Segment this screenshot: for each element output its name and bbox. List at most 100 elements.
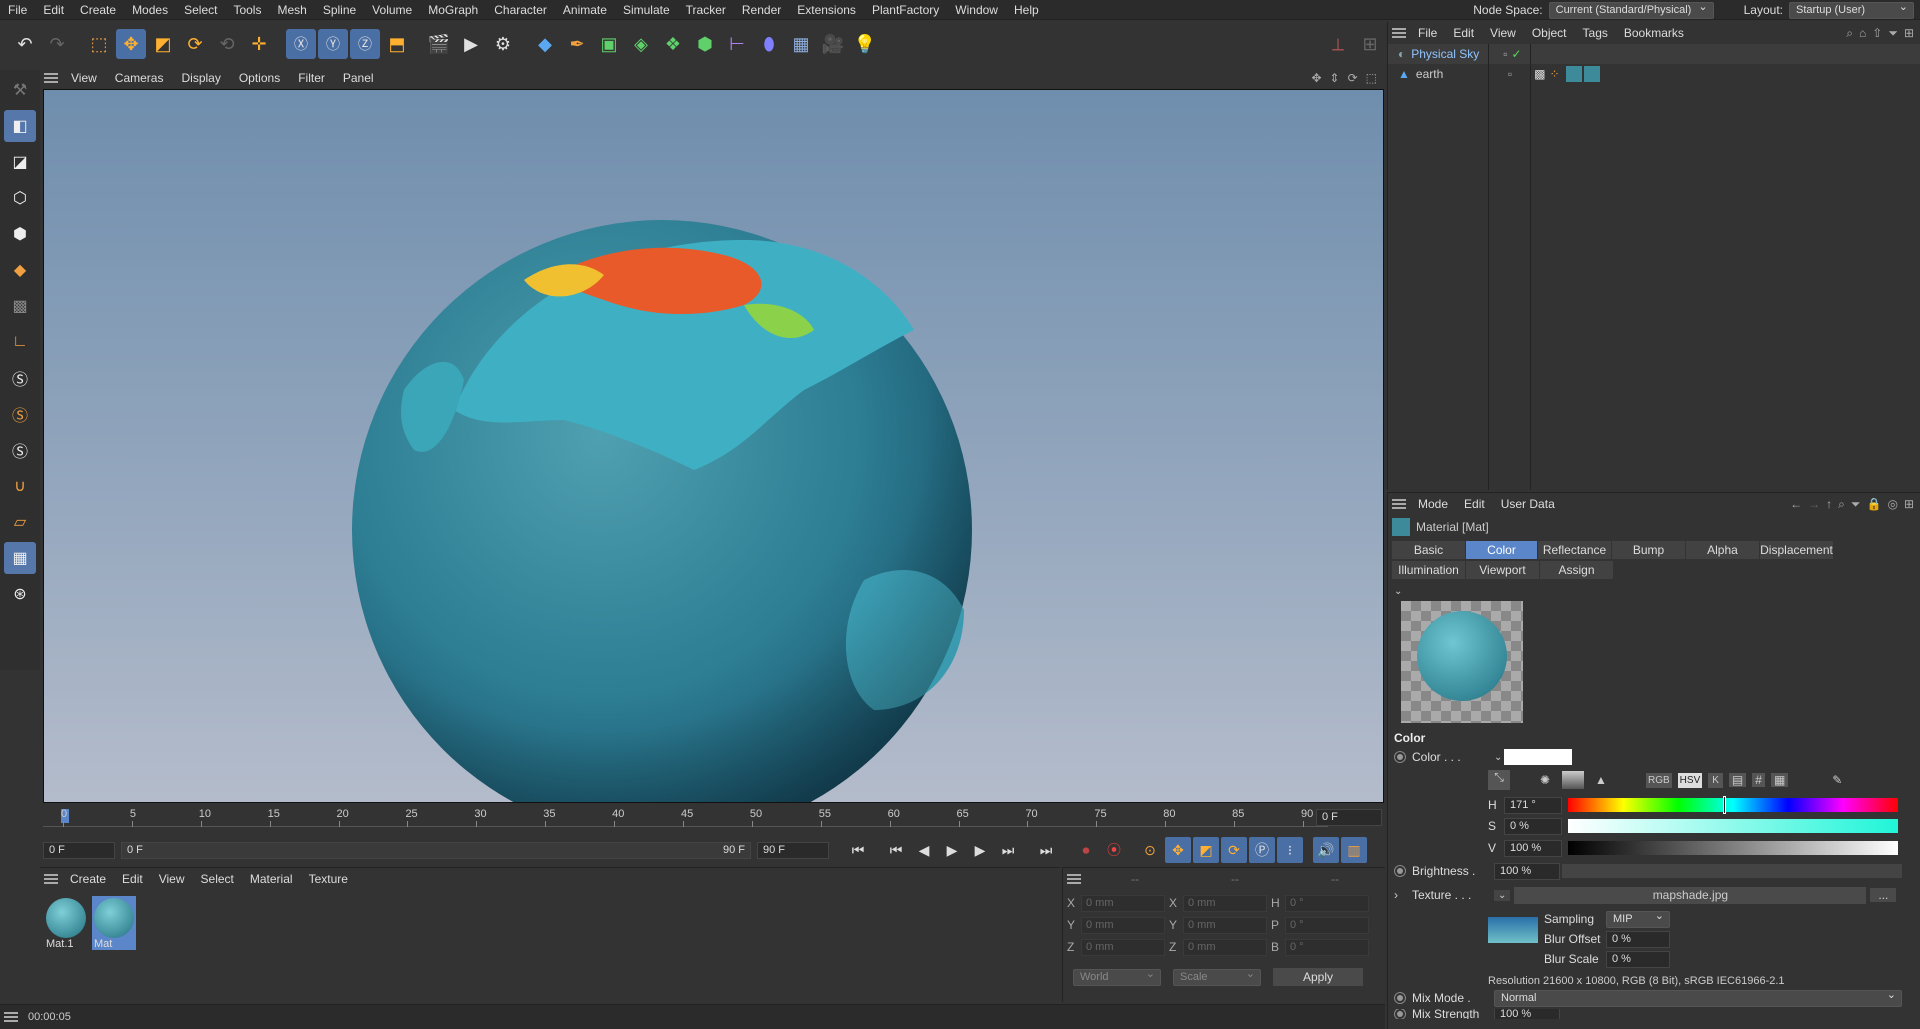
animate-brightness-icon[interactable] [1394,865,1406,877]
kelvin-button[interactable]: K [1708,772,1723,788]
planar-workplane-icon[interactable]: ⊛ [4,578,36,610]
coord-field[interactable]: 0 ° [1285,938,1369,956]
deformer-icon[interactable]: ⊢ [722,29,752,59]
tab-alpha[interactable]: Alpha [1686,541,1760,559]
tab-basic[interactable]: Basic [1392,541,1466,559]
array-icon[interactable]: ⬢ [690,29,720,59]
color-expand-chevron-icon[interactable]: ⌄ [1494,752,1502,763]
new-window-icon[interactable]: ⊞ [1904,26,1914,40]
viewport-menu-cameras[interactable]: Cameras [106,71,173,85]
material-tag-icon[interactable] [1565,66,1582,82]
object-menu-hamburger-icon[interactable] [1388,28,1410,38]
keyframe-selection-icon[interactable]: ⊙ [1137,837,1163,863]
sound-icon[interactable]: 🔊 [1313,837,1339,863]
locked-workplane-icon[interactable]: ▦ [4,542,36,574]
field-icon[interactable]: ⬮ [754,29,784,59]
solo-single-icon[interactable]: Ⓢ [4,398,36,430]
cloner-icon[interactable]: ❖ [658,29,688,59]
menu-mograph[interactable]: MoGraph [420,0,486,20]
rgb-button[interactable]: RGB [1646,772,1672,788]
object-row-physical-sky[interactable]: ◐ Physical Sky ▫ ✓ [1388,44,1920,64]
texture-thumbnail[interactable] [1488,917,1538,943]
saturation-slider[interactable] [1568,819,1898,833]
color-wheel-icon[interactable]: ✺ [1534,773,1556,787]
object-menu-object[interactable]: Object [1524,26,1575,40]
prev-key-icon[interactable]: ⏮ [883,837,909,863]
tab-viewport[interactable]: Viewport [1466,561,1540,579]
start-frame-field[interactable]: 0 F [43,841,115,859]
texture-dropdown-icon[interactable]: ⌄ [1494,889,1511,901]
attr-menu-edit[interactable]: Edit [1456,497,1493,511]
object-menu-view[interactable]: View [1482,26,1524,40]
up-icon[interactable]: ↑ [1826,497,1832,511]
filter-icon[interactable]: ⏷ [1851,497,1861,512]
coordinate-space-select[interactable]: World [1073,967,1161,986]
home-icon[interactable]: ⌂ [1859,26,1866,40]
blur-offset-field[interactable]: 0 % [1606,930,1670,948]
tag-phong-icon[interactable]: ▩ [1534,67,1545,81]
forward-icon[interactable]: → [1808,497,1820,511]
film-icon[interactable]: ▥ [1341,837,1367,863]
camera-icon[interactable]: 🎥 [818,29,848,59]
swatches-icon[interactable]: ▦ [1770,773,1789,787]
add-icon[interactable]: ✛ [244,29,274,59]
menu-spline[interactable]: Spline [315,0,364,20]
lock-icon[interactable]: 🔒 [1867,497,1882,511]
image-picker-icon[interactable]: ▲ [1590,773,1612,787]
menu-simulate[interactable]: Simulate [615,0,678,20]
color-swatch[interactable] [1504,749,1573,765]
timeline-ruler[interactable]: 0 5 10 15 20 25 30 35 40 45 50 55 60 65 70 75 80 85 90 [43,805,1328,827]
brightness-field[interactable]: 100 % [1494,862,1560,880]
live-selection-icon[interactable]: ⬚ [84,29,114,59]
zoom-icon[interactable]: ⇕ [1330,71,1340,85]
key-position-icon[interactable]: ✥ [1165,837,1191,863]
snap-settings-icon[interactable]: ⊞ [1355,29,1385,59]
workplane-mode-icon[interactable]: ▱ [4,506,36,538]
model-mode-icon[interactable]: ◧ [4,110,36,142]
back-icon[interactable]: ← [1790,497,1802,511]
maximize-icon[interactable]: ⬚ [1366,71,1377,85]
layout-select[interactable]: Startup (User) [1789,0,1914,19]
animate-mix-mode-icon[interactable] [1394,992,1406,1004]
tag-tracker-icon[interactable]: ⁘ [1550,67,1560,81]
attr-menu-hamburger-icon[interactable] [1388,499,1410,509]
record-icon[interactable]: ⏺ [1073,837,1099,863]
menu-volume[interactable]: Volume [364,0,420,20]
coord-field[interactable]: 0 mm [1081,938,1165,956]
collapse-chevron-icon[interactable]: ⌄ [1394,586,1402,597]
coord-field[interactable]: 0 mm [1183,916,1267,934]
menu-render[interactable]: Render [734,0,789,20]
menu-help[interactable]: Help [1006,0,1047,20]
settings-icon[interactable]: ◎ [1887,497,1897,511]
menu-create[interactable]: Create [72,0,124,20]
animate-mix-strength-icon[interactable] [1394,1009,1406,1019]
workplane-icon[interactable]: ⟂ [1323,29,1353,59]
filter-icon[interactable]: ⏷ [1888,26,1898,41]
autokey-icon[interactable]: ⦿ [1101,837,1127,863]
viewport-menu-view[interactable]: View [62,71,106,85]
coord-field[interactable]: 0 mm [1183,938,1267,956]
menu-tracker[interactable]: Tracker [678,0,734,20]
value-slider[interactable] [1568,841,1898,855]
light-icon[interactable]: 💡 [850,29,880,59]
end-frame-field[interactable]: 90 F [757,841,829,859]
scale-icon[interactable]: ◩ [148,29,178,59]
next-key-icon[interactable]: ⏭ [995,837,1021,863]
mixer-icon[interactable]: ▤ [1728,773,1747,787]
undo-icon[interactable]: ↶ [10,29,40,59]
tab-reflectance[interactable]: Reflectance [1538,541,1612,559]
pen-icon[interactable]: ✒ [562,29,592,59]
pan-icon[interactable]: ✥ [1311,71,1321,85]
key-scale-icon[interactable]: ◩ [1193,837,1219,863]
material-swatch[interactable]: Mat.1 [44,896,88,950]
viewport-menu-filter[interactable]: Filter [289,71,334,85]
orbit-icon[interactable]: ⟳ [1348,71,1358,85]
viewport-menu-display[interactable]: Display [172,71,229,85]
key-rotation-icon[interactable]: ⟳ [1221,837,1247,863]
search-icon[interactable]: ⌕ [1846,26,1853,41]
search-icon[interactable]: ⌕ [1838,497,1845,512]
key-pla-icon[interactable]: ⁝ [1277,837,1303,863]
perspective-viewport[interactable] [43,89,1384,803]
tab-assign[interactable]: Assign [1540,561,1614,579]
menu-extensions[interactable]: Extensions [789,0,864,20]
